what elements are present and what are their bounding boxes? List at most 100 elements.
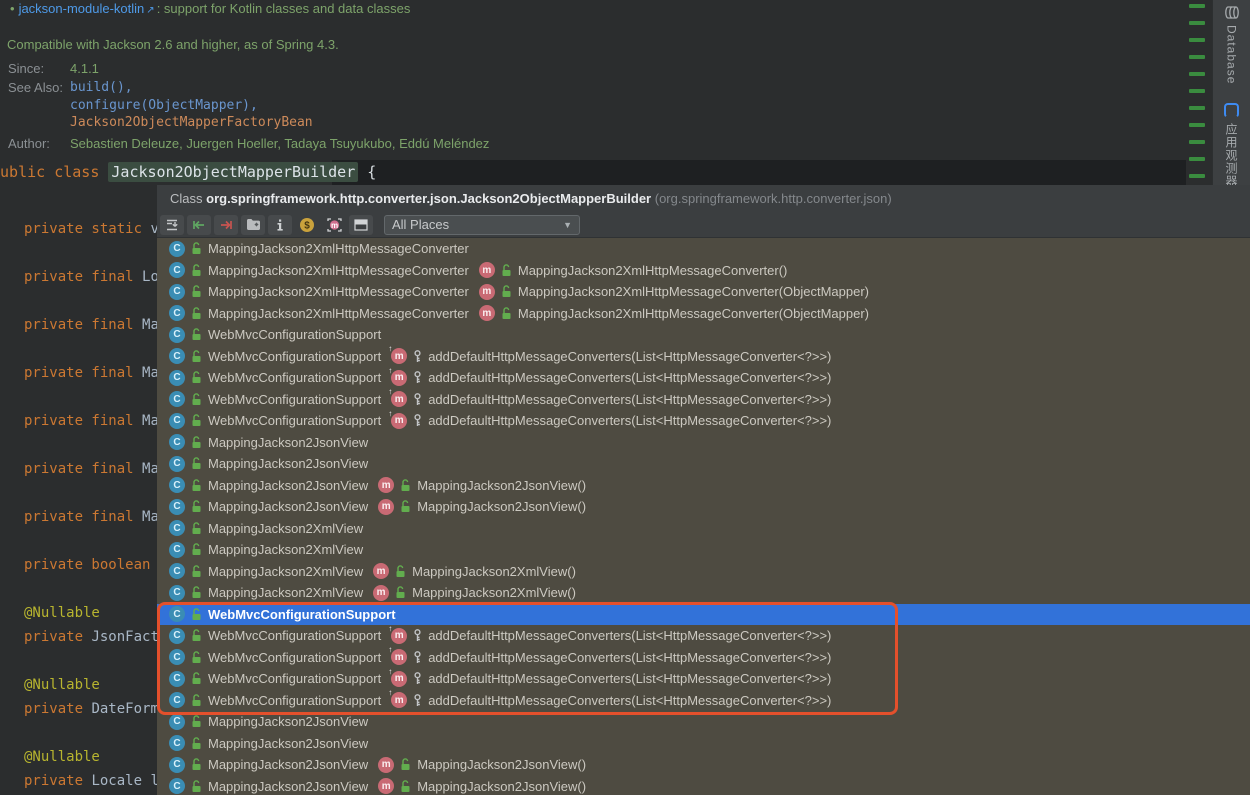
override-arrow-icon: ↑ — [388, 667, 392, 676]
usage-member-name: addDefaultHttpMessageConverters(List<Htt… — [428, 693, 831, 708]
usage-member-part: ↑m MappingJackson2JsonView() — [378, 778, 586, 794]
vcs-change-dash — [1189, 157, 1205, 161]
usage-member-part: ↑m addDefaultHttpMessageConverters(List<… — [391, 671, 831, 687]
class-icon: C — [169, 348, 185, 364]
public-lock-icon — [400, 479, 411, 492]
usage-member-name: addDefaultHttpMessageConverters(List<Htt… — [428, 628, 831, 643]
usage-member-name: MappingJackson2JsonView() — [417, 779, 586, 794]
usage-row[interactable]: C WebMvcConfigurationSupport ↑m — [157, 668, 1250, 690]
show-importing-usages-icon[interactable] — [160, 215, 184, 235]
usage-row[interactable]: C WebMvcConfigurationSupport — [157, 324, 1250, 346]
method-icon: ↑m — [378, 499, 394, 515]
field-access-icon[interactable]: $ — [295, 215, 319, 235]
class-name-highlight[interactable]: Jackson2ObjectMapperBuilder — [108, 162, 358, 182]
class-icon: C — [169, 606, 185, 622]
class-icon: C — [169, 305, 185, 321]
group-by-file-icon[interactable] — [241, 215, 265, 235]
vcs-change-dash — [1189, 21, 1205, 25]
info-icon[interactable] — [268, 215, 292, 235]
doc-module-rest: : support for Kotlin classes and data cl… — [157, 1, 411, 16]
toolwindow-database[interactable]: Database — [1213, 0, 1250, 84]
usage-row[interactable]: C MappingJackson2JsonView ↑m — [157, 754, 1250, 776]
read-access-icon[interactable] — [187, 215, 211, 235]
usage-class-name: MappingJackson2XmlHttpMessageConverter — [208, 306, 469, 321]
class-icon: C — [169, 391, 185, 407]
usage-class-name: WebMvcConfigurationSupport — [208, 413, 381, 428]
usage-class-name: MappingJackson2JsonView — [208, 435, 368, 450]
class-icon: C — [169, 735, 185, 751]
scope-select[interactable]: All Places ▼ — [384, 215, 580, 235]
usage-row[interactable]: C MappingJackson2JsonView — [157, 711, 1250, 733]
usage-row[interactable]: C MappingJackson2JsonView ↑m — [157, 475, 1250, 497]
public-lock-icon — [191, 307, 202, 320]
usage-row[interactable]: C MappingJackson2XmlView ↑m M — [157, 561, 1250, 583]
public-lock-icon — [191, 393, 202, 406]
usage-row[interactable]: C MappingJackson2XmlHttpMessageConverter… — [157, 303, 1250, 325]
usage-class-name: MappingJackson2XmlHttpMessageConverter — [208, 284, 469, 299]
doc-module-link[interactable]: jackson-module-kotlin — [19, 1, 145, 16]
usage-member-part: ↑m MappingJackson2XmlView() — [373, 585, 576, 601]
method-usages-icon[interactable]: m — [322, 215, 346, 235]
usage-row[interactable]: C MappingJackson2JsonView ↑m — [157, 496, 1250, 518]
usage-row[interactable]: C WebMvcConfigurationSupport — [157, 604, 1250, 626]
usage-member-name: addDefaultHttpMessageConverters(List<Htt… — [428, 650, 831, 665]
usage-class-name: WebMvcConfigurationSupport — [208, 392, 381, 407]
public-lock-icon — [191, 242, 202, 255]
write-access-icon[interactable] — [214, 215, 238, 235]
preview-icon[interactable] — [349, 215, 373, 235]
doc-see-also-link[interactable]: build(), — [70, 80, 133, 95]
external-link-icon: ↗ — [146, 5, 154, 16]
code-line: private boolean — [24, 557, 157, 573]
class-keyword: public class — [0, 163, 108, 181]
usages-kind-label: Class — [170, 191, 206, 206]
usage-row[interactable]: C MappingJackson2XmlView — [157, 518, 1250, 540]
toolwindow-app-observer[interactable]: 应用观测器 — [1213, 98, 1250, 188]
usage-row[interactable]: C WebMvcConfigurationSupport ↑m — [157, 625, 1250, 647]
public-lock-icon — [191, 328, 202, 341]
usage-row[interactable]: C WebMvcConfigurationSupport ↑m — [157, 647, 1250, 669]
usage-member-name: addDefaultHttpMessageConverters(List<Htt… — [428, 671, 831, 686]
usage-row[interactable]: C MappingJackson2JsonView — [157, 733, 1250, 755]
usage-row[interactable]: C MappingJackson2JsonView — [157, 453, 1250, 475]
public-lock-icon — [191, 586, 202, 599]
usage-row[interactable]: C MappingJackson2XmlHttpMessageConverter… — [157, 281, 1250, 303]
public-lock-icon — [191, 457, 202, 470]
usage-class-name: WebMvcConfigurationSupport — [208, 628, 381, 643]
usage-class-name: MappingJackson2XmlHttpMessageConverter — [208, 263, 469, 278]
usage-row[interactable]: C WebMvcConfigurationSupport ↑m — [157, 410, 1250, 432]
usage-member-name: MappingJackson2XmlHttpMessageConverter() — [518, 263, 788, 278]
toolwindow-app-observer-label: 应用观测器 — [1223, 123, 1240, 188]
usage-row[interactable]: C MappingJackson2XmlHttpMessageConverter — [157, 238, 1250, 260]
doc-see-also-link[interactable]: configure(ObjectMapper), — [70, 98, 258, 113]
usage-row[interactable]: C WebMvcConfigurationSupport ↑m — [157, 389, 1250, 411]
usage-row[interactable]: C MappingJackson2JsonView — [157, 432, 1250, 454]
usage-row[interactable]: C MappingJackson2JsonView ↑m — [157, 776, 1250, 795]
class-icon: C — [169, 499, 185, 515]
usage-member-name: MappingJackson2JsonView() — [417, 757, 586, 772]
public-lock-icon — [191, 522, 202, 535]
public-lock-icon — [400, 780, 411, 793]
usage-row[interactable]: C MappingJackson2XmlView — [157, 539, 1250, 561]
usage-row[interactable]: C WebMvcConfigurationSupport ↑m — [157, 346, 1250, 368]
usage-class-name: WebMvcConfigurationSupport — [208, 349, 381, 364]
method-icon: ↑m — [391, 671, 407, 687]
method-icon: ↑m — [391, 692, 407, 708]
override-arrow-icon: ↑ — [388, 688, 392, 697]
class-icon: C — [169, 757, 185, 773]
public-lock-icon — [191, 565, 202, 578]
public-lock-icon — [191, 737, 202, 750]
doc-since-value: 4.1.1 — [70, 61, 99, 76]
usage-member-part: ↑m addDefaultHttpMessageConverters(List<… — [391, 413, 831, 429]
doc-compat-line: Compatible with Jackson 2.6 and higher, … — [7, 37, 339, 52]
usage-row[interactable]: C MappingJackson2XmlView ↑m M — [157, 582, 1250, 604]
usage-row[interactable]: C WebMvcConfigurationSupport ↑m — [157, 367, 1250, 389]
usage-row[interactable]: C MappingJackson2XmlHttpMessageConverter… — [157, 260, 1250, 282]
editor-analysis-gutter — [1186, 0, 1212, 185]
usage-row[interactable]: C WebMvcConfigurationSupport ↑m — [157, 690, 1250, 712]
editor-surface[interactable]: private static vprivate final Loprivate … — [0, 185, 157, 795]
doc-see-also-link[interactable]: Jackson2ObjectMapperFactoryBean — [70, 115, 313, 130]
protected-key-icon — [413, 350, 422, 363]
class-declaration-line[interactable]: public class Jackson2ObjectMapperBuilder… — [0, 163, 376, 181]
usage-class-name: MappingJackson2XmlView — [208, 542, 363, 557]
svg-text:$: $ — [304, 220, 310, 231]
